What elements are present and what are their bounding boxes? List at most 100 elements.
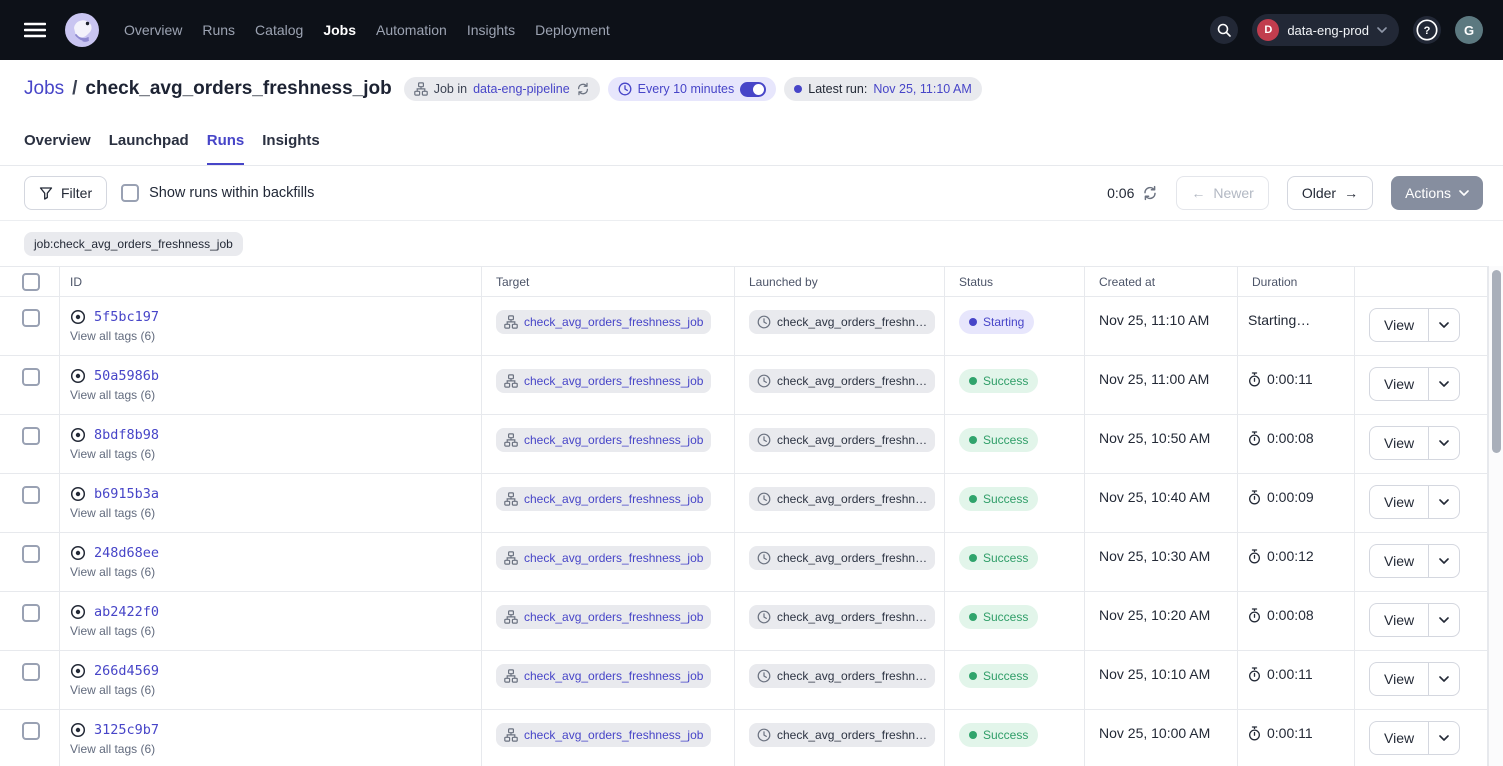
- nav-insights[interactable]: Insights: [467, 22, 515, 38]
- duration-cell: 0:00:08: [1238, 415, 1355, 473]
- run-id-link[interactable]: 248d68ee: [94, 545, 159, 561]
- refresh-countdown: 0:06: [1107, 185, 1134, 201]
- launched-by-pill[interactable]: check_avg_orders_freshn…: [749, 310, 935, 334]
- run-id-link[interactable]: 50a5986b: [94, 368, 159, 384]
- view-button[interactable]: View: [1370, 486, 1429, 518]
- target-pill[interactable]: check_avg_orders_freshness_job: [496, 310, 711, 334]
- nav-jobs[interactable]: Jobs: [323, 22, 356, 38]
- hamburger-menu-icon[interactable]: [18, 16, 52, 44]
- view-dropdown-button[interactable]: [1429, 427, 1459, 459]
- row-checkbox[interactable]: [22, 427, 40, 445]
- view-button[interactable]: View: [1370, 722, 1429, 754]
- target-pill[interactable]: check_avg_orders_freshness_job: [496, 664, 711, 688]
- target-pill[interactable]: check_avg_orders_freshness_job: [496, 369, 711, 393]
- view-all-tags-link[interactable]: View all tags (6): [70, 624, 481, 638]
- view-button[interactable]: View: [1370, 663, 1429, 695]
- run-id-link[interactable]: b6915b3a: [94, 486, 159, 502]
- row-checkbox[interactable]: [22, 722, 40, 740]
- launched-by-pill[interactable]: check_avg_orders_freshn…: [749, 605, 935, 629]
- view-button[interactable]: View: [1370, 604, 1429, 636]
- launched-by-pill[interactable]: check_avg_orders_freshn…: [749, 428, 935, 452]
- launched-by-pill[interactable]: check_avg_orders_freshn…: [749, 546, 935, 570]
- job-filter-tag[interactable]: job:check_avg_orders_freshness_job: [24, 232, 243, 256]
- target-pill[interactable]: check_avg_orders_freshness_job: [496, 487, 711, 511]
- run-id-link[interactable]: ab2422f0: [94, 604, 159, 620]
- view-button[interactable]: View: [1370, 545, 1429, 577]
- schedule-badge[interactable]: Every 10 minutes: [608, 77, 777, 101]
- filter-button[interactable]: Filter: [24, 176, 107, 210]
- run-id-link[interactable]: 5f5bc197: [94, 309, 159, 325]
- launched-by-pill[interactable]: check_avg_orders_freshn…: [749, 369, 935, 393]
- deployment-switcher[interactable]: D data-eng-prod: [1252, 14, 1399, 46]
- vertical-scrollbar: [1488, 266, 1503, 766]
- view-all-tags-link[interactable]: View all tags (6): [70, 329, 481, 343]
- nav-catalog[interactable]: Catalog: [255, 22, 303, 38]
- view-all-tags-link[interactable]: View all tags (6): [70, 742, 481, 756]
- target-pill[interactable]: check_avg_orders_freshness_job: [496, 723, 711, 747]
- nav-overview[interactable]: Overview: [124, 22, 182, 38]
- view-dropdown-button[interactable]: [1429, 722, 1459, 754]
- run-id-link[interactable]: 3125c9b7: [94, 722, 159, 738]
- row-checkbox[interactable]: [22, 604, 40, 622]
- launched-by-pill[interactable]: check_avg_orders_freshn…: [749, 487, 935, 511]
- top-navbar: Overview Runs Catalog Jobs Automation In…: [0, 0, 1503, 60]
- job-graph-icon: [504, 610, 518, 624]
- nav-deployment[interactable]: Deployment: [535, 22, 610, 38]
- job-tabs: Overview Launchpad Runs Insights: [0, 118, 1503, 166]
- swap-icon: [576, 82, 590, 96]
- view-dropdown-button[interactable]: [1429, 604, 1459, 636]
- latest-run-dot: [794, 85, 802, 93]
- run-id-link[interactable]: 266d4569: [94, 663, 159, 679]
- view-all-tags-link[interactable]: View all tags (6): [70, 388, 481, 402]
- view-button[interactable]: View: [1370, 368, 1429, 400]
- latest-run-link[interactable]: Nov 25, 11:10 AM: [873, 82, 971, 96]
- view-all-tags-link[interactable]: View all tags (6): [70, 506, 481, 520]
- right-arrow-icon: →: [1344, 185, 1358, 201]
- nav-automation[interactable]: Automation: [376, 22, 447, 38]
- older-button[interactable]: Older →: [1287, 176, 1373, 210]
- view-dropdown-button[interactable]: [1429, 486, 1459, 518]
- row-checkbox[interactable]: [22, 486, 40, 504]
- view-dropdown-button[interactable]: [1429, 545, 1459, 577]
- target-pill[interactable]: check_avg_orders_freshness_job: [496, 428, 711, 452]
- tab-overview[interactable]: Overview: [24, 118, 91, 165]
- dagster-logo[interactable]: [64, 12, 100, 48]
- view-button[interactable]: View: [1370, 427, 1429, 459]
- chevron-down-icon: [1439, 381, 1449, 387]
- select-all-checkbox[interactable]: [22, 273, 40, 291]
- row-checkbox[interactable]: [22, 309, 40, 327]
- view-button[interactable]: View: [1370, 309, 1429, 341]
- pipeline-link[interactable]: data-eng-pipeline: [473, 82, 570, 96]
- tab-insights[interactable]: Insights: [262, 118, 320, 165]
- target-pill[interactable]: check_avg_orders_freshness_job: [496, 605, 711, 629]
- tab-runs[interactable]: Runs: [207, 118, 245, 165]
- breadcrumb-jobs-link[interactable]: Jobs: [24, 78, 64, 100]
- table-row: 8bdf8b98 View all tags (6) check_avg_ord…: [0, 415, 1488, 474]
- view-dropdown-button[interactable]: [1429, 663, 1459, 695]
- row-checkbox[interactable]: [22, 663, 40, 681]
- row-checkbox[interactable]: [22, 545, 40, 563]
- help-icon[interactable]: ?: [1413, 16, 1441, 44]
- backfills-checkbox[interactable]: [121, 184, 139, 202]
- view-dropdown-button[interactable]: [1429, 309, 1459, 341]
- user-avatar[interactable]: G: [1455, 16, 1483, 44]
- launched-by-pill[interactable]: check_avg_orders_freshn…: [749, 664, 935, 688]
- run-id-link[interactable]: 8bdf8b98: [94, 427, 159, 443]
- search-icon[interactable]: [1210, 16, 1238, 44]
- view-all-tags-link[interactable]: View all tags (6): [70, 565, 481, 579]
- newer-button[interactable]: ← Newer: [1176, 176, 1268, 210]
- nav-runs[interactable]: Runs: [202, 22, 235, 38]
- chevron-down-icon: [1377, 27, 1387, 33]
- view-all-tags-link[interactable]: View all tags (6): [70, 683, 481, 697]
- launched-by-pill[interactable]: check_avg_orders_freshn…: [749, 723, 935, 747]
- view-all-tags-link[interactable]: View all tags (6): [70, 447, 481, 461]
- actions-button[interactable]: Actions: [1391, 176, 1483, 210]
- schedule-toggle[interactable]: [740, 82, 766, 97]
- status-dot: [969, 495, 977, 503]
- scrollbar-thumb[interactable]: [1492, 270, 1501, 453]
- row-checkbox[interactable]: [22, 368, 40, 386]
- refresh-icon[interactable]: [1142, 185, 1158, 201]
- target-pill[interactable]: check_avg_orders_freshness_job: [496, 546, 711, 570]
- view-dropdown-button[interactable]: [1429, 368, 1459, 400]
- tab-launchpad[interactable]: Launchpad: [109, 118, 189, 165]
